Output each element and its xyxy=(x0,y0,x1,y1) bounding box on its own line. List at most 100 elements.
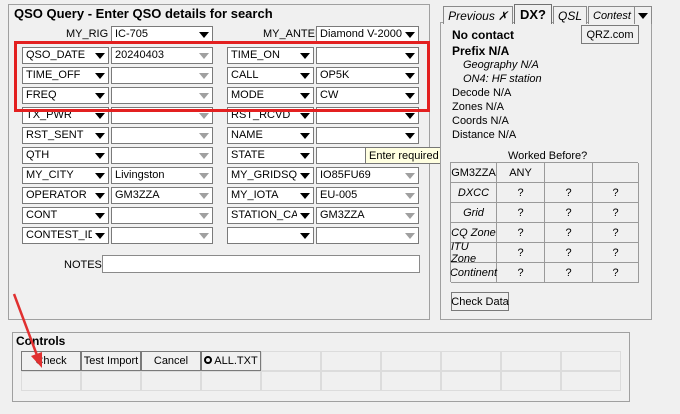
value-combo[interactable]: GM3ZZA xyxy=(316,207,419,224)
field-select[interactable]: STATE xyxy=(227,147,314,164)
all-txt-button[interactable]: ALL.TXT xyxy=(201,351,261,371)
field-select[interactable]: CONT xyxy=(22,207,109,224)
controls-grid-cell xyxy=(561,351,621,371)
controls-grid-cell xyxy=(261,351,321,371)
chevron-down-icon[interactable] xyxy=(92,208,108,223)
value-combo[interactable] xyxy=(111,227,213,244)
wb-header-cell xyxy=(593,163,639,183)
value-combo-value: GM3ZZA xyxy=(115,189,160,201)
tab-contest[interactable]: Contest xyxy=(588,6,652,24)
controls-grid-cell xyxy=(501,371,561,391)
qrz-button[interactable]: QRZ.com xyxy=(581,25,639,44)
test-import-button[interactable]: Test Import xyxy=(81,351,141,371)
chevron-down-icon[interactable] xyxy=(297,208,313,223)
chevron-down-icon[interactable] xyxy=(402,27,418,42)
chevron-down-icon[interactable] xyxy=(196,148,212,163)
field-select-value: STATE xyxy=(231,149,265,161)
chevron-down-icon[interactable] xyxy=(92,128,108,143)
prefix-label: Prefix N/A xyxy=(452,44,510,58)
chevron-down-icon[interactable] xyxy=(92,188,108,203)
tab-previous[interactable]: Previous ✗ xyxy=(443,6,513,24)
controls-grid-cell xyxy=(141,371,201,391)
field-select[interactable]: OPERATOR xyxy=(22,187,109,204)
chevron-down-icon[interactable] xyxy=(402,208,418,223)
qso-query-title: QSO Query - Enter QSO details for search xyxy=(14,6,273,21)
my-rig-label: MY_RIG xyxy=(66,28,109,40)
test-import-button-label: Test Import xyxy=(83,355,139,367)
chevron-down-icon[interactable] xyxy=(196,27,212,42)
value-combo[interactable] xyxy=(111,207,213,224)
wb-value-cell: ? xyxy=(497,243,545,263)
search-icon xyxy=(204,356,213,364)
tab-dx[interactable]: DX? xyxy=(514,4,552,24)
chevron-down-icon[interactable] xyxy=(402,228,418,243)
value-combo[interactable]: EU-005 xyxy=(316,187,419,204)
chevron-down-icon[interactable] xyxy=(196,128,212,143)
chevron-down-icon[interactable] xyxy=(402,168,418,183)
wb-row-label: ITU Zone xyxy=(451,241,497,265)
chevron-down-icon[interactable] xyxy=(196,208,212,223)
field-select[interactable]: QTH xyxy=(22,147,109,164)
field-select[interactable]: MY_CITY xyxy=(22,167,109,184)
value-combo-value: Livingston xyxy=(115,169,165,181)
controls-grid-cell xyxy=(21,371,81,391)
value-combo[interactable] xyxy=(111,147,213,164)
chevron-down-icon[interactable] xyxy=(297,188,313,203)
chevron-down-icon[interactable] xyxy=(92,148,108,163)
close-icon[interactable]: ✗ xyxy=(498,9,508,23)
value-combo[interactable]: IO85FU69 xyxy=(316,167,419,184)
my-antenna-value: Diamond V-2000 xyxy=(320,28,402,40)
chevron-down-icon[interactable] xyxy=(402,128,418,143)
controls-grid-cell xyxy=(321,351,381,371)
highlight-box xyxy=(14,41,430,112)
check-data-button[interactable]: Check Data xyxy=(451,292,509,311)
field-select[interactable]: NAME xyxy=(227,127,314,144)
chevron-down-icon[interactable] xyxy=(297,128,313,143)
value-combo[interactable]: GM3ZZA xyxy=(111,187,213,204)
field-select[interactable]: MY_IOTA xyxy=(227,187,314,204)
field-select[interactable]: MY_GRIDSQ xyxy=(227,167,314,184)
wb-value-cell: ? xyxy=(497,223,545,243)
wb-value-cell: ? xyxy=(497,263,545,283)
wb-value-cell: ? xyxy=(593,183,639,203)
zones-label: Zones N/A xyxy=(452,101,504,113)
wb-value-cell: ? xyxy=(593,263,639,283)
field-select[interactable]: RST_SENT xyxy=(22,127,109,144)
chevron-down-icon[interactable] xyxy=(297,168,313,183)
wb-value-cell: ? xyxy=(593,243,639,263)
field-select-value: OPERATOR xyxy=(26,189,87,201)
value-combo-value: EU-005 xyxy=(320,189,358,201)
chevron-down-icon[interactable] xyxy=(92,168,108,183)
chevron-down-icon[interactable] xyxy=(402,188,418,203)
field-select[interactable] xyxy=(227,227,314,244)
chevron-down-icon[interactable] xyxy=(92,228,108,243)
wb-value-cell: ? xyxy=(497,203,545,223)
controls-grid-cell xyxy=(261,371,321,391)
value-combo[interactable] xyxy=(111,127,213,144)
wb-header-cell xyxy=(545,163,593,183)
chevron-down-icon[interactable] xyxy=(196,168,212,183)
notes-input[interactable] xyxy=(102,255,420,273)
value-combo[interactable] xyxy=(316,127,419,144)
chevron-down-icon[interactable] xyxy=(634,7,651,24)
chevron-down-icon[interactable] xyxy=(196,188,212,203)
chevron-down-icon[interactable] xyxy=(297,148,313,163)
wb-header-cell: ANY xyxy=(497,163,545,183)
chevron-down-icon[interactable] xyxy=(297,228,313,243)
value-combo[interactable]: Livingston xyxy=(111,167,213,184)
tab-qsl[interactable]: QSL xyxy=(553,6,587,24)
field-select[interactable]: STATION_CA xyxy=(227,207,314,224)
wb-value-cell: ? xyxy=(593,203,639,223)
all-txt-button-label: ALL.TXT xyxy=(214,355,258,367)
cancel-button[interactable]: Cancel xyxy=(141,351,201,371)
field-select-value: QTH xyxy=(26,149,50,161)
wb-value-cell: ? xyxy=(497,183,545,203)
field-select[interactable]: CONTEST_ID xyxy=(22,227,109,244)
arrow-annotation xyxy=(12,293,42,368)
value-combo[interactable] xyxy=(316,227,419,244)
chevron-down-icon[interactable] xyxy=(196,228,212,243)
worked-before-table: GM3ZZA ANY DXCC??? Grid??? CQ Zone??? ITU Zon… xyxy=(450,162,639,283)
field-select-value: CONTEST_ID xyxy=(26,229,92,241)
controls-grid-cell xyxy=(441,351,501,371)
controls-grid-cell xyxy=(441,371,501,391)
